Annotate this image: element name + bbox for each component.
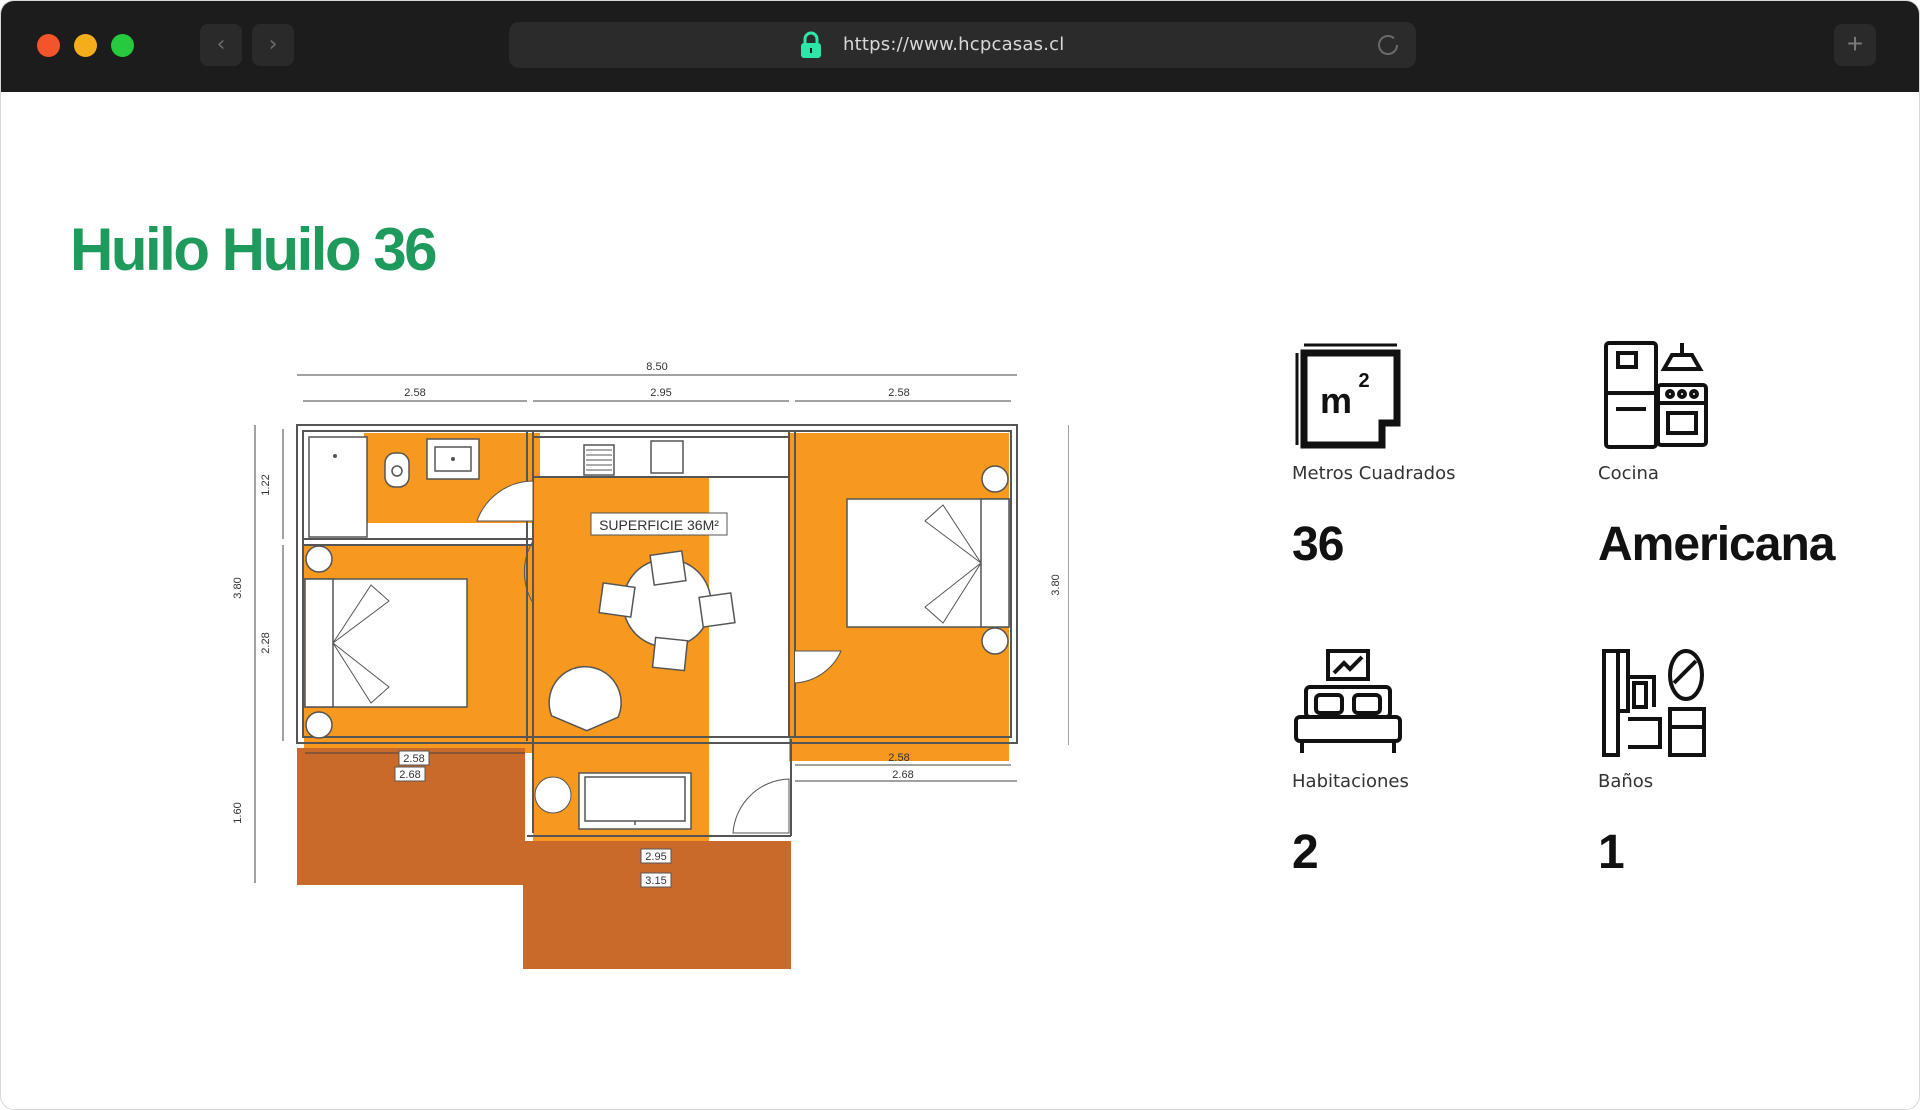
minimize-window-button[interactable]	[74, 34, 97, 57]
reload-icon[interactable]	[1374, 31, 1402, 59]
feature-label: Cocina	[1598, 463, 1659, 484]
dim-center-inner-b: 3.15	[645, 875, 666, 887]
feature-label: Metros Cuadrados	[1292, 463, 1456, 484]
browser-window: ‹ › https://www.hcpcasas.cl + Huilo Huil…	[0, 0, 1920, 1110]
close-window-button[interactable]	[37, 34, 60, 57]
browser-titlebar: ‹ › https://www.hcpcasas.cl +	[1, 1, 1919, 92]
feature-value: Americana	[1598, 518, 1835, 571]
dim-left-width: 2.58	[404, 387, 425, 399]
dim-center-inner-a: 2.95	[645, 851, 666, 863]
feature-label: Habitaciones	[1292, 771, 1409, 792]
chevron-left-icon: ‹	[216, 32, 226, 57]
floor-plan: SUPERFICIE 36M² 8.50 2.58 2.95 2.58 3.80…	[232, 361, 1069, 969]
chevron-right-icon: ›	[268, 32, 278, 57]
dim-total-width: 8.50	[646, 361, 667, 373]
plus-icon: +	[1846, 28, 1864, 59]
kitchen-icon	[1604, 341, 1708, 449]
dim-right-inner-a: 2.58	[888, 752, 909, 764]
dim-bedroom-height: 2.28	[260, 632, 272, 653]
back-button[interactable]: ‹	[200, 24, 242, 66]
svg-text:m: m	[1320, 380, 1352, 421]
feature-value: 2	[1292, 826, 1319, 879]
feature-value: 36	[1292, 518, 1344, 571]
bed-icon	[1294, 649, 1402, 753]
feature-value: 1	[1598, 826, 1625, 879]
surface-label: SUPERFICIE 36M²	[599, 517, 719, 533]
lock-icon	[801, 31, 821, 58]
page-title: Huilo Huilo 36	[70, 216, 438, 283]
dim-left-inner-b: 2.68	[399, 769, 420, 781]
forward-button[interactable]: ›	[252, 24, 294, 66]
svg-text:2: 2	[1358, 370, 1369, 392]
address-bar[interactable]: https://www.hcpcasas.cl	[509, 22, 1416, 68]
dim-right-inner-b: 2.68	[892, 769, 913, 781]
feature-label: Baños	[1598, 771, 1654, 792]
bathroom-icon	[1602, 649, 1706, 757]
dim-right-height: 3.80	[1050, 574, 1062, 595]
url-text: https://www.hcpcasas.cl	[843, 34, 1065, 55]
maximize-window-button[interactable]	[111, 34, 134, 57]
square-meters-icon: m 2	[1295, 343, 1401, 449]
dim-center-width: 2.95	[650, 387, 671, 399]
new-tab-button[interactable]: +	[1834, 24, 1876, 66]
dim-left-height: 3.80	[232, 577, 244, 598]
dim-terrace-height: 1.60	[232, 802, 244, 823]
dim-bath-height: 1.22	[260, 474, 272, 495]
dim-left-inner-a: 2.58	[403, 753, 424, 765]
dim-right-width: 2.58	[888, 387, 909, 399]
